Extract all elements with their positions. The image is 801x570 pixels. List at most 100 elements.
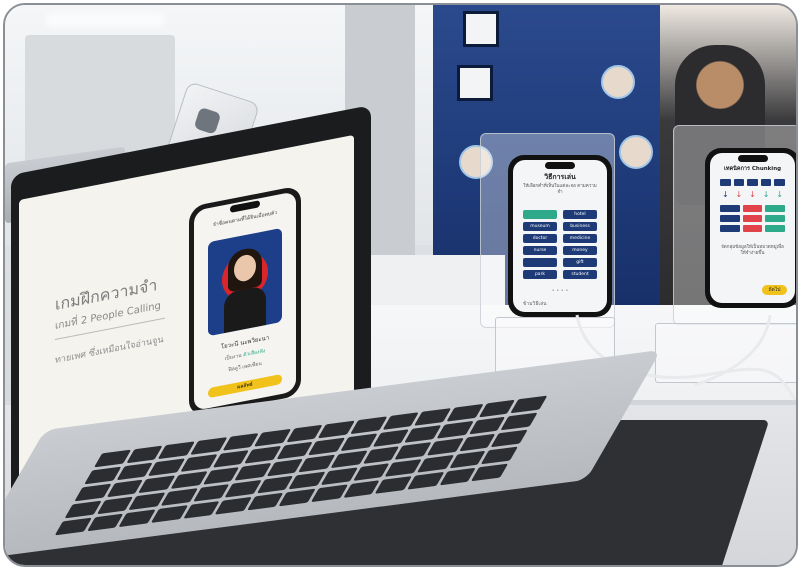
chunk-cell xyxy=(720,205,740,212)
chunk-cell xyxy=(747,179,758,186)
arrow-down-icon: ↓ xyxy=(762,190,770,199)
chunk-cell xyxy=(765,225,785,232)
word-option[interactable]: gift xyxy=(563,258,597,267)
keyboard-key xyxy=(478,399,516,418)
keyboard-key xyxy=(96,496,134,515)
word-option[interactable]: business xyxy=(563,222,597,231)
result-button[interactable]: ผลลัพธ์ xyxy=(208,373,282,399)
keyboard-key xyxy=(86,513,124,532)
keyboard-key xyxy=(84,466,122,485)
chunk-cell xyxy=(742,215,763,222)
chunk-cell xyxy=(742,205,763,212)
phone-notch xyxy=(545,162,575,169)
keyboard-key xyxy=(192,484,230,502)
keyboard-key xyxy=(394,442,432,460)
keyboard-key xyxy=(254,428,292,447)
keyboard-key xyxy=(118,509,156,528)
word-option[interactable] xyxy=(523,258,557,267)
keyboard-key xyxy=(375,476,413,494)
phone-notch xyxy=(737,155,768,162)
keyboard-key xyxy=(384,459,422,477)
chunk-cell xyxy=(765,205,785,212)
avatar xyxy=(601,65,635,99)
keyboard-key xyxy=(352,463,390,481)
keyboard-key xyxy=(343,480,380,498)
keyboard-key xyxy=(298,454,336,473)
keyboard-key xyxy=(170,471,208,489)
instructions-text: จัดกลุ่มข้อมูลให้เป็นหมวดหมู่เพื่อให้จำง… xyxy=(721,245,784,256)
keyboard-key xyxy=(471,463,509,482)
keyboard-key xyxy=(414,408,452,426)
keyboard-key xyxy=(125,445,163,464)
keyboard-key xyxy=(148,458,186,477)
keyboard-key xyxy=(458,433,496,452)
word-option[interactable]: museum xyxy=(523,222,557,231)
keyboard-key xyxy=(490,429,528,448)
arrow-down-icon: ↓ xyxy=(735,190,743,199)
info-label: เป็นงาน xyxy=(224,352,242,363)
keyboard-key xyxy=(330,450,368,469)
keyboard-key xyxy=(308,437,346,456)
camera-icon xyxy=(193,106,222,135)
keyboard-key xyxy=(64,500,102,519)
word-option[interactable]: student xyxy=(563,270,597,279)
keyboard-key xyxy=(160,488,198,506)
keyboard-key xyxy=(106,479,144,498)
keyboard-key xyxy=(340,433,378,452)
phone-title: วิธีการเล่น xyxy=(544,173,576,181)
keyboard-key xyxy=(93,449,131,468)
chunk-groups xyxy=(720,205,785,232)
arrow-row: ↓ ↓ ↓ ↓ ↓ xyxy=(720,191,785,199)
skip-link[interactable]: ข้ามวิธีเล่น xyxy=(523,300,547,308)
chunk-cell xyxy=(733,179,745,186)
keyboard-key xyxy=(276,441,314,460)
keyboard-key xyxy=(158,441,195,460)
phone-screen: เทคนิคการ Chunking ↓ ↓ ↓ ↓ ↓ จัดกลุ่มข้อ… xyxy=(710,153,795,303)
keyboard-key xyxy=(256,475,294,494)
keyboard-key xyxy=(190,437,227,455)
word-option[interactable]: money xyxy=(563,246,597,255)
keyboard-key xyxy=(116,462,154,481)
keyboard-key xyxy=(382,412,420,430)
chunk-row xyxy=(720,179,785,186)
keyboard-key xyxy=(446,403,484,422)
phone-screen: จำชื่อคนตามที่ได้ยินเมื่อพบตัว โยวะนี นะ… xyxy=(194,191,296,411)
keyboard-key xyxy=(202,467,240,485)
keyboard-key xyxy=(266,458,304,477)
photo-frame: วิธีการเล่น ให้เลือกคำที่เห็นในแต่ละจอ ต… xyxy=(3,3,798,567)
game-description: ทายเพศ ซึ่งเหมือนใจอ่านจูน xyxy=(55,334,164,367)
word-option[interactable] xyxy=(523,210,557,219)
word-option[interactable]: hotel xyxy=(563,210,597,219)
keyboard-key xyxy=(318,420,356,439)
word-option[interactable]: doctor xyxy=(523,234,557,243)
word-option[interactable]: park xyxy=(523,270,557,279)
phone-screen: วิธีการเล่น ให้เลือกคำที่เห็นในแต่ละจอ ต… xyxy=(513,160,607,312)
word-grid: hotel museum business doctor medicine nurse mo… xyxy=(523,210,597,279)
qr-code-icon xyxy=(463,11,499,47)
qr-code-icon xyxy=(457,65,493,101)
keyboard-key xyxy=(150,505,188,523)
keyboard-key xyxy=(278,488,316,507)
phone-notch xyxy=(230,200,260,213)
avatar xyxy=(619,135,653,169)
next-button[interactable]: ถัดไป xyxy=(762,285,787,295)
keyboard-key xyxy=(212,450,250,468)
word-option[interactable]: nurse xyxy=(523,246,557,255)
keyboard-key xyxy=(468,416,506,435)
phone-title: เทคนิคการ Chunking xyxy=(723,166,782,172)
keyboard-key xyxy=(138,475,176,494)
keyboard-key xyxy=(404,425,442,443)
keyboard-key xyxy=(180,454,218,472)
word-option[interactable]: medicine xyxy=(563,234,597,243)
keyboard-key xyxy=(222,433,260,451)
keyboard-key xyxy=(481,446,518,465)
pager-dots: • • • • xyxy=(551,288,569,294)
phone-display-right: เทคนิคการ Chunking ↓ ↓ ↓ ↓ ↓ จัดกลุ่มข้อ… xyxy=(705,148,796,308)
keyboard-key xyxy=(286,424,324,443)
keyboard-key xyxy=(436,420,474,439)
arrow-down-icon: ↓ xyxy=(776,190,784,199)
phone-display-center: วิธีการเล่น ให้เลือกคำที่เห็นในแต่ละจอ ต… xyxy=(508,155,612,317)
ceiling-light xyxy=(45,13,165,27)
keyboard-key xyxy=(362,446,400,464)
keyboard-key xyxy=(246,492,284,511)
